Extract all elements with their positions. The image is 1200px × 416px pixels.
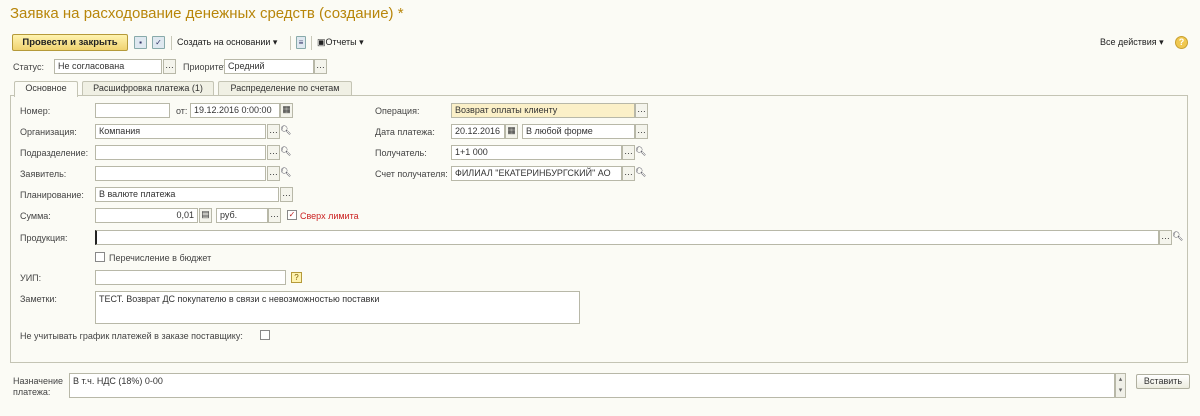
priority-field[interactable]: Средний [224,59,314,74]
applicant-select-button[interactable]: … [267,166,280,181]
notes-textarea[interactable]: ТЕСТ. Возврат ДС покупателю в связи с не… [95,291,580,324]
ignore-schedule-label: Не учитывать график платежей в заказе по… [20,331,243,341]
currency-select-button[interactable]: … [268,208,281,223]
save-icon[interactable]: ▪ [134,36,147,49]
all-actions-menu[interactable]: Все действия ▾ [1100,37,1164,48]
calendar-icon[interactable]: ▦ [280,103,293,118]
ignore-schedule-checkbox[interactable] [260,330,270,340]
amount-field[interactable]: 0,01 [95,208,198,223]
search-icon[interactable]: 🔍︎ [635,145,646,160]
status-label: Статус: [13,62,44,72]
organization-field[interactable]: Компания [95,124,266,139]
currency-field[interactable]: руб. [216,208,268,223]
priority-label: Приоритет: [183,62,230,72]
purpose-textarea[interactable]: В т.ч. НДС (18%) 0-00 [69,373,1115,398]
recipient-field[interactable]: 1+1 000 [451,145,622,160]
organization-select-button[interactable]: … [267,124,280,139]
uip-label: УИП: [20,273,42,283]
insert-button[interactable]: Вставить [1136,374,1190,389]
post-and-close-button[interactable]: Провести и закрыть [12,34,128,51]
status-select-button[interactable]: … [163,59,176,74]
recipient-account-label: Счет получателя: [375,169,448,179]
calculator-icon[interactable]: ▤ [199,208,212,223]
purpose-label-line2: платежа: [13,387,51,397]
operation-label: Операция: [375,106,420,116]
payment-date-label: Дата платежа: [375,127,435,137]
recipient-account-field[interactable]: ФИЛИАЛ "ЕКАТЕРИНБУРГСКИЙ" АО [451,166,622,181]
over-limit-checkbox[interactable]: ✓ [287,210,297,220]
search-icon[interactable]: 🔍︎ [280,166,291,181]
tab-payment-breakdown[interactable]: Расшифровка платежа (1) [82,81,214,96]
budget-transfer-checkbox[interactable] [95,252,105,262]
from-label: от: [176,106,188,116]
amount-label: Сумма: [20,211,51,221]
toolbar-separator [290,36,291,50]
product-select-button[interactable]: … [1159,230,1172,245]
create-based-on-menu[interactable]: Создать на основании ▾ [177,37,277,48]
help-icon[interactable]: ? [1175,36,1188,49]
tab-account-distribution[interactable]: Распределение по счетам [218,81,352,96]
payment-form-select-button[interactable]: … [635,124,648,139]
payment-form-field[interactable]: В любой форме [522,124,635,139]
search-icon[interactable]: 🔍︎ [280,124,291,139]
create-based-on-label: Создать на основании [177,37,271,47]
priority-select-button[interactable]: … [314,59,327,74]
chevron-down-icon: ▾ [359,37,364,47]
payment-date-field[interactable]: 20.12.2016 [451,124,505,139]
calendar-icon[interactable]: ▦ [505,124,518,139]
uip-field[interactable] [95,270,286,285]
applicant-label: Заявитель: [20,169,67,179]
chevron-down-icon: ▾ [1159,37,1164,47]
division-select-button[interactable]: … [267,145,280,160]
notes-label: Заметки: [20,294,57,304]
number-field[interactable] [95,103,170,118]
planning-field[interactable]: В валюте платежа [95,187,279,202]
tab-main[interactable]: Основное [14,81,78,97]
planning-select-button[interactable]: … [280,187,293,202]
operation-field[interactable]: Возврат оплаты клиенту [451,103,635,118]
operation-select-button[interactable]: … [635,103,648,118]
page-title: Заявка на расходование денежных средств … [10,5,404,22]
planning-label: Планирование: [20,190,84,200]
search-icon[interactable]: 🔍︎ [1172,230,1183,245]
search-icon[interactable]: 🔍︎ [635,166,646,181]
document-icon[interactable]: ≡ [296,36,306,49]
all-actions-label: Все действия [1100,37,1157,47]
purpose-label: Назначение платежа: [13,376,63,398]
recipient-account-select-button[interactable]: … [622,166,635,181]
division-field[interactable] [95,145,266,160]
purpose-scrollbar[interactable]: ▴ ▾ [1115,373,1126,398]
date-field[interactable]: 19.12.2016 0:00:00 [190,103,280,118]
budget-transfer-label: Перечисление в бюджет [109,253,212,263]
toolbar-separator [171,36,172,50]
recipient-select-button[interactable]: … [622,145,635,160]
reports-icon: ▣ [317,37,326,47]
over-limit-label: Сверх лимита [300,211,359,221]
status-field[interactable]: Не согласована [54,59,162,74]
toolbar-separator [311,36,312,50]
uip-help-icon[interactable]: ? [291,272,302,283]
number-label: Номер: [20,106,51,116]
organization-label: Организация: [20,127,77,137]
division-label: Подразделение: [20,148,89,158]
purpose-label-line1: Назначение [13,376,64,386]
post-icon[interactable]: ✓ [152,36,165,49]
product-field[interactable] [95,230,1159,245]
recipient-label: Получатель: [375,148,427,158]
search-icon[interactable]: 🔍︎ [280,145,291,160]
product-label: Продукция: [20,233,68,243]
applicant-field[interactable] [95,166,266,181]
reports-menu[interactable]: ▣Отчеты ▾ [317,37,364,48]
reports-label: Отчеты [325,37,357,47]
chevron-down-icon: ▾ [272,37,278,47]
